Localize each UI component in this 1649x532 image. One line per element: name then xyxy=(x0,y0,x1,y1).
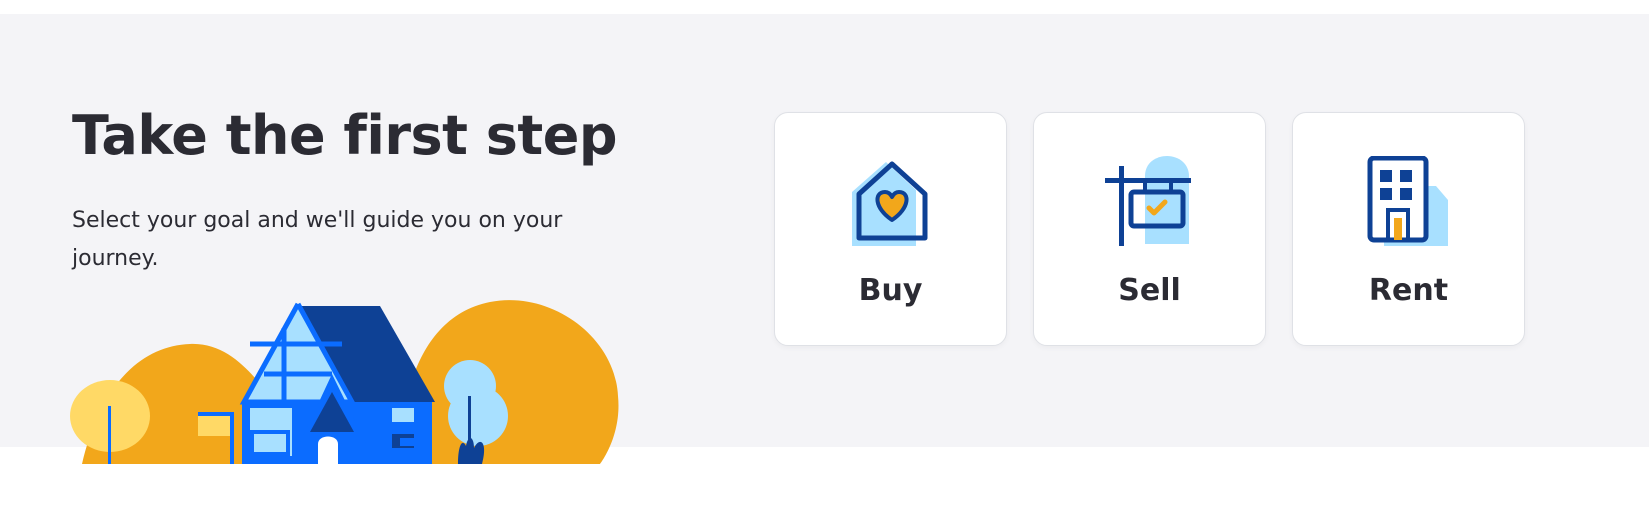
sell-card[interactable]: Sell xyxy=(1033,112,1266,346)
sale-sign-icon xyxy=(1105,156,1191,246)
buy-label: Buy xyxy=(858,273,923,308)
buy-card[interactable]: Buy xyxy=(774,112,1007,346)
goal-options: Buy Sell Rent xyxy=(774,112,1525,346)
hero-title: Take the first step xyxy=(72,104,618,167)
rent-label: Rent xyxy=(1368,273,1449,308)
apartment-building-icon xyxy=(1367,156,1448,246)
house-heart-icon xyxy=(852,161,928,246)
house-illustration xyxy=(70,300,619,464)
hero-subtitle: Select your goal and we'll guide you on … xyxy=(72,208,563,271)
rent-card[interactable]: Rent xyxy=(1292,112,1525,346)
sell-label: Sell xyxy=(1118,273,1181,308)
